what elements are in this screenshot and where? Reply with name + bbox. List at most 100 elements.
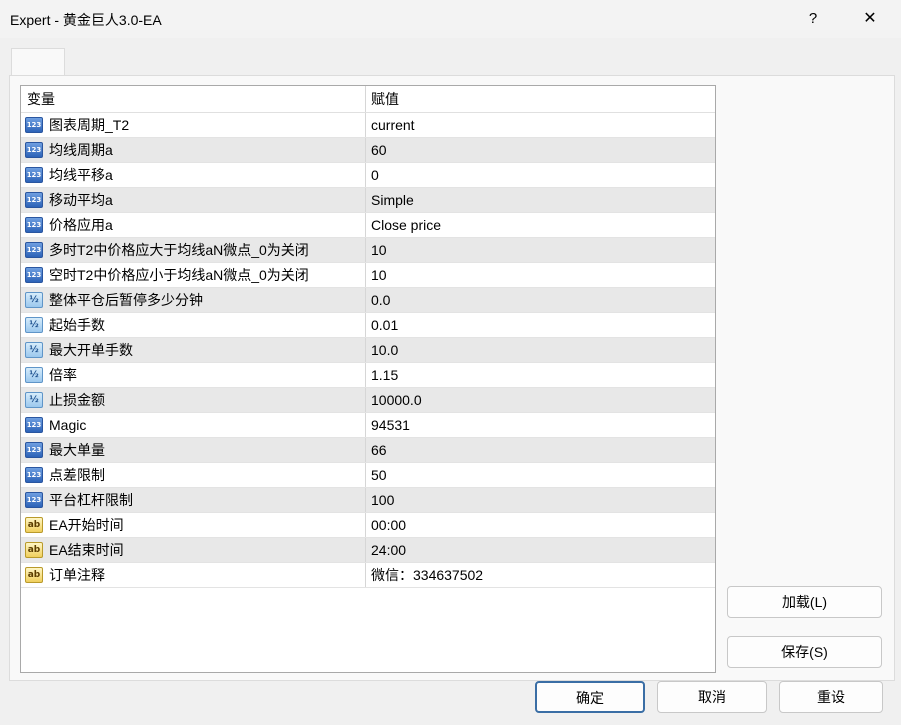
variable-cell: ab 订单注释: [21, 563, 366, 587]
window-title: Expert - 黄金巨人3.0-EA: [10, 12, 162, 28]
integer-type-icon: 123: [25, 192, 43, 208]
double-type-icon: ½: [25, 342, 43, 358]
value-cell[interactable]: 10.0: [366, 338, 715, 362]
variable-name: 最大开单手数: [49, 342, 133, 358]
value-cell[interactable]: 00:00: [366, 513, 715, 537]
double-type-icon: ½: [25, 292, 43, 308]
value-cell[interactable]: 10: [366, 263, 715, 287]
table-row[interactable]: ½ 倍率 1.15: [21, 363, 715, 388]
integer-type-icon: 123: [25, 142, 43, 158]
variable-cell: ½ 起始手数: [21, 313, 366, 337]
double-type-icon: ½: [25, 317, 43, 333]
variable-name: 均线周期a: [49, 142, 113, 158]
tab-inputs[interactable]: [11, 48, 65, 77]
parameters-grid: 变量 赋值 123 图表周期_T2 current 123 均线周期a 60 123 均线平移…: [20, 85, 716, 673]
variable-cell: 123 均线周期a: [21, 138, 366, 162]
table-row[interactable]: ½ 整体平仓后暂停多少分钟 0.0: [21, 288, 715, 313]
variable-cell: 123 价格应用a: [21, 213, 366, 237]
variable-name: 最大单量: [49, 442, 105, 458]
double-type-icon: ½: [25, 367, 43, 383]
value-cell[interactable]: 50: [366, 463, 715, 487]
variable-name: EA开始时间: [49, 517, 124, 533]
value-cell[interactable]: Simple: [366, 188, 715, 212]
string-type-icon: ab: [25, 517, 43, 533]
variable-cell: 123 平台杠杆限制: [21, 488, 366, 512]
variable-cell: ab EA结束时间: [21, 538, 366, 562]
variable-name: 图表周期_T2: [49, 117, 130, 133]
variable-name: 整体平仓后暂停多少分钟: [49, 292, 203, 308]
ok-button[interactable]: 确定: [535, 681, 645, 713]
table-row[interactable]: ab 订单注释 微信：334637502: [21, 563, 715, 588]
table-row[interactable]: 123 均线周期a 60: [21, 138, 715, 163]
variable-cell: ½ 最大开单手数: [21, 338, 366, 362]
value-cell[interactable]: 1.15: [366, 363, 715, 387]
variable-cell: ab EA开始时间: [21, 513, 366, 537]
value-cell[interactable]: 94531: [366, 413, 715, 437]
variable-name: Magic: [49, 417, 87, 433]
save-button[interactable]: 保存(S): [727, 636, 882, 668]
table-row[interactable]: ab EA结束时间 24:00: [21, 538, 715, 563]
double-type-icon: ½: [25, 392, 43, 408]
column-header-value[interactable]: 赋值: [366, 86, 715, 112]
value-cell[interactable]: 100: [366, 488, 715, 512]
integer-type-icon: 123: [25, 167, 43, 183]
string-type-icon: ab: [25, 542, 43, 558]
value-cell[interactable]: 10: [366, 238, 715, 262]
table-row[interactable]: 123 多时T2中价格应大于均线aN微点_0为关闭 10: [21, 238, 715, 263]
reset-button[interactable]: 重设: [779, 681, 883, 713]
variable-cell: 123 均线平移a: [21, 163, 366, 187]
table-row[interactable]: ab EA开始时间 00:00: [21, 513, 715, 538]
value-cell[interactable]: 10000.0: [366, 388, 715, 412]
table-row[interactable]: ½ 起始手数 0.01: [21, 313, 715, 338]
variable-cell: 123 多时T2中价格应大于均线aN微点_0为关闭: [21, 238, 366, 262]
variable-name: 多时T2中价格应大于均线aN微点_0为关闭: [49, 242, 309, 258]
integer-type-icon: 123: [25, 267, 43, 283]
variable-name: 订单注释: [49, 567, 105, 583]
column-header-variable[interactable]: 变量: [21, 86, 366, 112]
value-cell[interactable]: 0: [366, 163, 715, 187]
value-cell[interactable]: current: [366, 113, 715, 137]
integer-type-icon: 123: [25, 467, 43, 483]
integer-type-icon: 123: [25, 217, 43, 233]
variable-name: 止损金额: [49, 392, 105, 408]
table-row[interactable]: 123 点差限制 50: [21, 463, 715, 488]
value-cell[interactable]: 66: [366, 438, 715, 462]
value-cell[interactable]: 60: [366, 138, 715, 162]
string-type-icon: ab: [25, 567, 43, 583]
variable-name: 空时T2中价格应小于均线aN微点_0为关闭: [49, 267, 309, 283]
variable-cell: 123 最大单量: [21, 438, 366, 462]
table-row[interactable]: 123 移动平均a Simple: [21, 188, 715, 213]
table-row[interactable]: 123 价格应用a Close price: [21, 213, 715, 238]
table-row[interactable]: ½ 最大开单手数 10.0: [21, 338, 715, 363]
integer-type-icon: 123: [25, 492, 43, 508]
grid-header: 变量 赋值: [21, 86, 715, 113]
load-button[interactable]: 加载(L): [727, 586, 882, 618]
help-button[interactable]: ?: [796, 2, 830, 36]
variable-cell: 123 点差限制: [21, 463, 366, 487]
cancel-button[interactable]: 取消: [657, 681, 767, 713]
value-cell[interactable]: 24:00: [366, 538, 715, 562]
table-row[interactable]: ½ 止损金额 10000.0: [21, 388, 715, 413]
value-cell[interactable]: 微信：334637502: [366, 563, 715, 587]
grid-rows: 123 图表周期_T2 current 123 均线周期a 60 123 均线平移a 0 123 移…: [21, 113, 715, 588]
table-row[interactable]: 123 空时T2中价格应小于均线aN微点_0为关闭 10: [21, 263, 715, 288]
integer-type-icon: 123: [25, 242, 43, 258]
variable-name: 倍率: [49, 367, 77, 383]
value-cell[interactable]: 0.01: [366, 313, 715, 337]
close-button[interactable]: ✕: [852, 2, 888, 36]
variable-name: EA结束时间: [49, 542, 124, 558]
variable-cell: ½ 止损金额: [21, 388, 366, 412]
variable-name: 移动平均a: [49, 192, 113, 208]
value-cell[interactable]: Close price: [366, 213, 715, 237]
table-row[interactable]: 123 Magic 94531: [21, 413, 715, 438]
variable-cell: 123 移动平均a: [21, 188, 366, 212]
value-cell[interactable]: 0.0: [366, 288, 715, 312]
title-bar: Expert - 黄金巨人3.0-EA ? ✕: [0, 0, 901, 38]
variable-cell: ½ 倍率: [21, 363, 366, 387]
table-row[interactable]: 123 平台杠杆限制 100: [21, 488, 715, 513]
table-row[interactable]: 123 图表周期_T2 current: [21, 113, 715, 138]
variable-name: 均线平移a: [49, 167, 113, 183]
table-row[interactable]: 123 均线平移a 0: [21, 163, 715, 188]
variable-name: 价格应用a: [49, 217, 113, 233]
table-row[interactable]: 123 最大单量 66: [21, 438, 715, 463]
